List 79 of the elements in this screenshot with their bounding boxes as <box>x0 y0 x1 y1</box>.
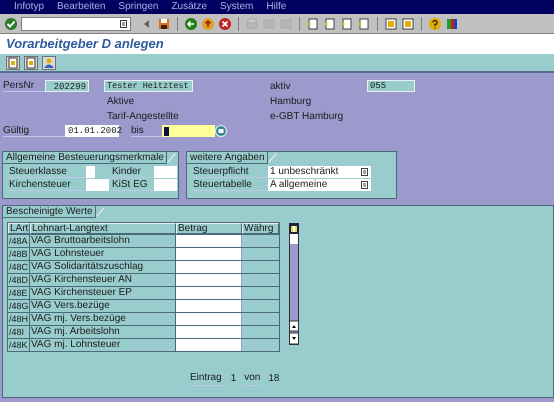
column-header[interactable]: LArt <box>8 223 30 234</box>
page-icon[interactable] <box>306 16 320 30</box>
table-cell: /48K <box>8 339 30 351</box>
status-code-field: 055 <box>367 80 415 92</box>
input-field[interactable] <box>176 300 242 312</box>
group-title: Bescheinigte Werte <box>3 206 96 218</box>
window-icon[interactable] <box>401 16 415 30</box>
table-cell: /48H <box>8 313 30 325</box>
dropdown-field[interactable]: A allgemeine <box>268 179 371 191</box>
personnel-number-field: 202299 <box>45 80 89 92</box>
dropdown-icon <box>120 20 127 28</box>
calendar-icon[interactable] <box>215 125 227 137</box>
corner-mark-icon <box>268 153 277 163</box>
menu-item[interactable]: Bearbeiten <box>57 2 106 12</box>
info-text: Tarif-Angestellte <box>107 110 180 124</box>
screen-title: Vorarbeitgeber D anlegen <box>6 35 164 54</box>
arrow-up-icon[interactable] <box>201 16 215 30</box>
arrow-left-icon[interactable] <box>184 16 198 30</box>
toolbar-button[interactable] <box>6 56 20 70</box>
field-label: Eintrag <box>188 370 224 386</box>
input-field[interactable] <box>176 235 242 247</box>
menu-item[interactable]: Springen <box>118 2 158 12</box>
x-icon[interactable] <box>218 16 232 30</box>
input-field[interactable] <box>86 166 95 178</box>
table-cell: /48E <box>8 287 30 299</box>
input-field[interactable] <box>154 179 177 191</box>
group-title: weitere Angaben <box>187 152 268 164</box>
column-header[interactable]: Betrag <box>176 223 242 234</box>
document-icon <box>7 56 19 68</box>
dropdown-icon <box>361 181 368 189</box>
input-field[interactable] <box>154 166 177 178</box>
input-field[interactable] <box>176 313 242 325</box>
page-icon[interactable] <box>323 16 337 30</box>
page-icon[interactable] <box>357 16 371 30</box>
entry-total: 18 <box>268 372 280 386</box>
column-settings-icon[interactable] <box>289 223 299 233</box>
column-header[interactable]: Währg <box>242 223 279 234</box>
corner-mark-icon <box>96 207 105 217</box>
column-header[interactable]: Lohnart-Langtext <box>30 223 176 234</box>
info-text: e-GBT Hamburg <box>270 110 344 124</box>
toolbar-button[interactable] <box>24 56 38 70</box>
date-field[interactable]: 01.01.2002 <box>65 125 119 137</box>
page-icon[interactable] <box>340 16 354 30</box>
input-field[interactable] <box>176 326 242 338</box>
scrollbar-drawing[interactable] <box>289 233 299 345</box>
table-cell: /48B <box>8 248 30 260</box>
end-date-field[interactable] <box>162 125 215 137</box>
input-field[interactable] <box>176 339 242 351</box>
dropdown-icon <box>361 168 368 176</box>
color-palette-icon[interactable] <box>445 16 459 30</box>
table-cell: /48I <box>8 326 30 338</box>
field-label: von <box>243 370 262 386</box>
input-field[interactable] <box>176 287 242 299</box>
info-text: Aktive <box>107 94 136 108</box>
dropdown-field[interactable]: 1 unbeschränkt <box>268 166 371 178</box>
input-field[interactable] <box>176 274 242 286</box>
name-field: Tester Heitztest <box>104 80 193 92</box>
entry-number: 1 <box>230 372 236 386</box>
group-title: Allgemeine Besteuerungsmerkmale <box>3 152 167 164</box>
menu-item[interactable]: Hilfe <box>266 2 286 12</box>
field-label: aktiv <box>270 80 292 94</box>
check-icon[interactable] <box>4 16 18 30</box>
question-icon[interactable] <box>428 16 442 30</box>
input-field[interactable] <box>176 261 242 273</box>
person-icon <box>43 56 55 68</box>
menu-item[interactable]: Zusätze <box>171 2 208 12</box>
menu-item[interactable]: System <box>220 2 254 12</box>
input-field[interactable] <box>176 248 242 260</box>
table-cell: /48A <box>8 235 30 247</box>
window-icon[interactable] <box>384 16 398 30</box>
table-cell: /48D <box>8 274 30 286</box>
command-field[interactable] <box>21 16 131 30</box>
menu-item[interactable]: Infotyp <box>14 2 44 12</box>
info-text: Hamburg <box>270 94 312 108</box>
table-cell: /48G <box>8 300 30 312</box>
table-cell: /48C <box>8 261 30 273</box>
document-icon <box>25 56 37 68</box>
input-field[interactable] <box>86 179 109 191</box>
corner-mark-icon <box>166 153 176 163</box>
